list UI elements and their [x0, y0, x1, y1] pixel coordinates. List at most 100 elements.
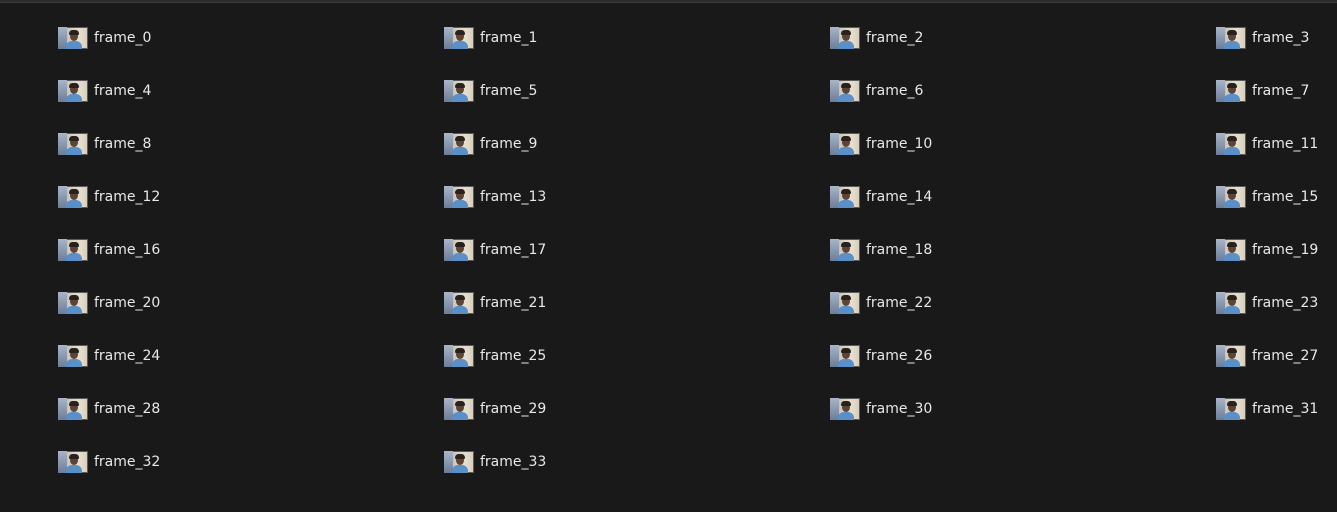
file-name-label: frame_31	[1252, 400, 1319, 417]
file-name-label: frame_15	[1252, 188, 1319, 205]
file-name-label: frame_10	[866, 135, 933, 152]
file-item[interactable]: frame_15	[1216, 181, 1337, 212]
file-item[interactable]: frame_25	[444, 340, 830, 371]
file-item[interactable]: frame_5	[444, 75, 830, 106]
file-name-label: frame_27	[1252, 347, 1319, 364]
file-name-label: frame_18	[866, 241, 933, 258]
file-name-label: frame_7	[1252, 82, 1310, 99]
file-item[interactable]: frame_22	[830, 287, 1216, 318]
file-name-label: frame_30	[866, 400, 933, 417]
image-thumbnail-icon	[1216, 238, 1246, 261]
file-item[interactable]: frame_29	[444, 393, 830, 424]
file-item[interactable]: frame_12	[58, 181, 444, 212]
file-item[interactable]: frame_28	[58, 393, 444, 424]
image-thumbnail-icon	[830, 397, 860, 420]
image-thumbnail-icon	[444, 344, 474, 367]
file-item[interactable]: frame_14	[830, 181, 1216, 212]
file-item[interactable]: frame_33	[444, 446, 830, 477]
image-thumbnail-icon	[58, 185, 88, 208]
file-item[interactable]: frame_16	[58, 234, 444, 265]
image-thumbnail-icon	[444, 397, 474, 420]
image-thumbnail-icon	[444, 132, 474, 155]
file-item[interactable]: frame_11	[1216, 128, 1337, 159]
file-item[interactable]: frame_8	[58, 128, 444, 159]
file-name-label: frame_26	[866, 347, 933, 364]
image-thumbnail-icon	[1216, 344, 1246, 367]
file-item[interactable]: frame_4	[58, 75, 444, 106]
file-item[interactable]: frame_23	[1216, 287, 1337, 318]
file-name-label: frame_20	[94, 294, 161, 311]
file-name-label: frame_1	[480, 29, 538, 46]
file-name-label: frame_9	[480, 135, 538, 152]
file-item[interactable]: frame_6	[830, 75, 1216, 106]
file-item[interactable]: frame_10	[830, 128, 1216, 159]
file-name-label: frame_6	[866, 82, 924, 99]
file-name-label: frame_33	[480, 453, 547, 470]
image-thumbnail-icon	[444, 291, 474, 314]
file-name-label: frame_21	[480, 294, 547, 311]
image-thumbnail-icon	[58, 26, 88, 49]
image-thumbnail-icon	[830, 291, 860, 314]
image-thumbnail-icon	[58, 344, 88, 367]
image-thumbnail-icon	[58, 291, 88, 314]
image-thumbnail-icon	[830, 132, 860, 155]
file-item[interactable]: frame_1	[444, 22, 830, 53]
image-thumbnail-icon	[1216, 132, 1246, 155]
image-thumbnail-icon	[830, 238, 860, 261]
file-item[interactable]: frame_0	[58, 22, 444, 53]
file-item[interactable]: frame_27	[1216, 340, 1337, 371]
file-item[interactable]: frame_32	[58, 446, 444, 477]
image-thumbnail-icon	[1216, 397, 1246, 420]
file-name-label: frame_24	[94, 347, 161, 364]
file-item[interactable]: frame_30	[830, 393, 1216, 424]
file-item[interactable]: frame_7	[1216, 75, 1337, 106]
file-item[interactable]: frame_21	[444, 287, 830, 318]
image-thumbnail-icon	[58, 79, 88, 102]
file-name-label: frame_8	[94, 135, 152, 152]
file-item[interactable]: frame_20	[58, 287, 444, 318]
file-name-label: frame_4	[94, 82, 152, 99]
file-item[interactable]: frame_19	[1216, 234, 1337, 265]
file-name-label: frame_2	[866, 29, 924, 46]
file-item[interactable]: frame_9	[444, 128, 830, 159]
image-thumbnail-icon	[444, 79, 474, 102]
image-thumbnail-icon	[830, 344, 860, 367]
file-item[interactable]: frame_26	[830, 340, 1216, 371]
image-thumbnail-icon	[1216, 26, 1246, 49]
file-name-label: frame_25	[480, 347, 547, 364]
file-name-label: frame_11	[1252, 135, 1319, 152]
image-thumbnail-icon	[444, 26, 474, 49]
file-item[interactable]: frame_18	[830, 234, 1216, 265]
image-thumbnail-icon	[444, 185, 474, 208]
file-name-label: frame_19	[1252, 241, 1319, 258]
file-name-label: frame_23	[1252, 294, 1319, 311]
file-name-label: frame_32	[94, 453, 161, 470]
file-name-label: frame_12	[94, 188, 161, 205]
file-name-label: frame_29	[480, 400, 547, 417]
image-thumbnail-icon	[444, 450, 474, 473]
file-item[interactable]: frame_31	[1216, 393, 1337, 424]
file-item[interactable]: frame_3	[1216, 22, 1337, 53]
file-name-label: frame_14	[866, 188, 933, 205]
window-top-border	[0, 0, 1337, 3]
file-item[interactable]: frame_24	[58, 340, 444, 371]
file-item[interactable]: frame_2	[830, 22, 1216, 53]
file-name-label: frame_16	[94, 241, 161, 258]
image-thumbnail-icon	[444, 238, 474, 261]
image-thumbnail-icon	[58, 132, 88, 155]
file-name-label: frame_0	[94, 29, 152, 46]
file-name-label: frame_17	[480, 241, 547, 258]
file-item[interactable]: frame_13	[444, 181, 830, 212]
file-name-label: frame_22	[866, 294, 933, 311]
image-thumbnail-icon	[58, 450, 88, 473]
file-item[interactable]: frame_17	[444, 234, 830, 265]
image-thumbnail-icon	[58, 397, 88, 420]
image-thumbnail-icon	[830, 26, 860, 49]
image-thumbnail-icon	[1216, 291, 1246, 314]
image-thumbnail-icon	[830, 79, 860, 102]
file-name-label: frame_3	[1252, 29, 1310, 46]
image-thumbnail-icon	[1216, 79, 1246, 102]
image-thumbnail-icon	[1216, 185, 1246, 208]
image-thumbnail-icon	[58, 238, 88, 261]
file-name-label: frame_13	[480, 188, 547, 205]
